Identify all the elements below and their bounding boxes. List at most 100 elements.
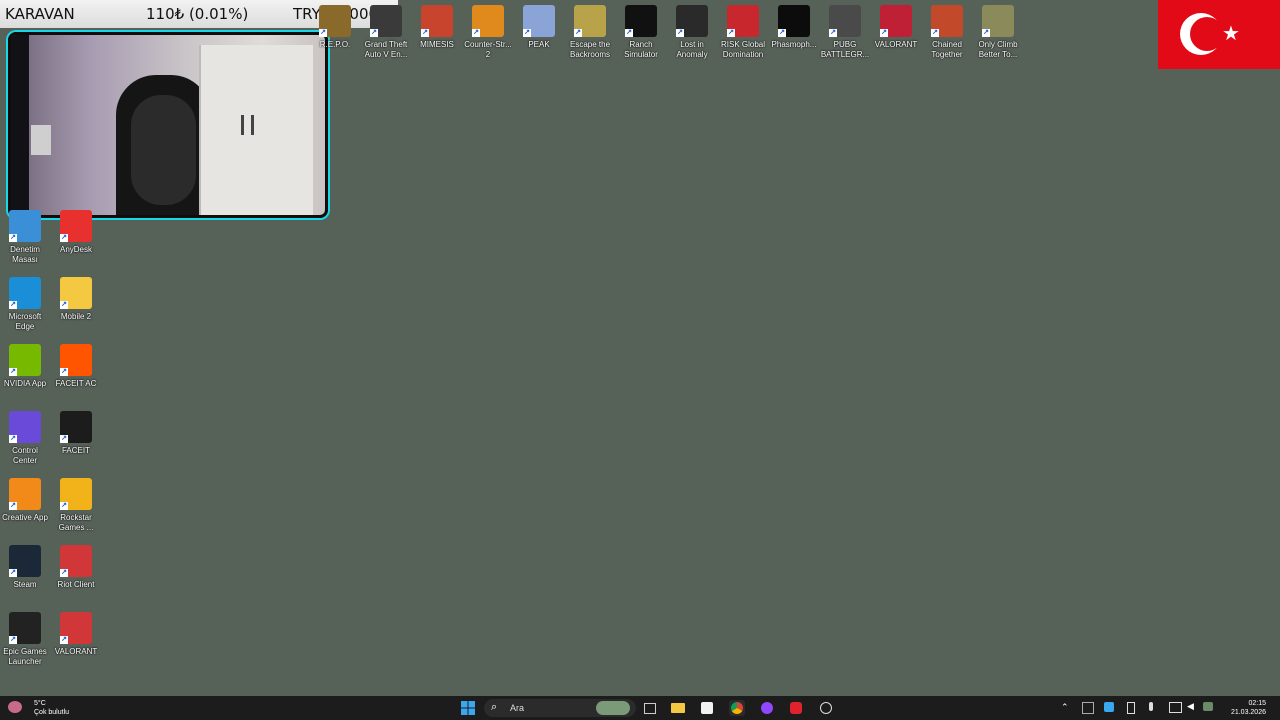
file-explorer-icon[interactable]	[670, 700, 686, 716]
shortcut-arrow-icon: ↗	[60, 502, 68, 510]
desktop-shortcut[interactable]: ↗ Phasmoph...	[769, 5, 819, 50]
desktop-shortcut-label: Denetim Masası	[10, 245, 40, 264]
desktop-shortcut-label: VALORANT	[874, 40, 918, 49]
desktop-shortcut[interactable]: ↗ Rockstar Games ...	[51, 478, 101, 533]
volume-icon[interactable]: ◀	[1187, 701, 1194, 712]
taskbar: 5°C Çok bulutlu ⌕ Ara ⌃ ◀ 02:15 21.03.20…	[0, 696, 1280, 720]
onlyclimb-icon: ↗	[982, 5, 1014, 37]
desktop-shortcut-label: Lost in Anomaly	[676, 40, 708, 59]
taskbar-search[interactable]: ⌕ Ara	[484, 699, 636, 717]
twitch-icon[interactable]	[759, 700, 775, 716]
desktop-shortcut[interactable]: ↗ Riot Client	[51, 545, 101, 590]
faceit-icon: ↗	[60, 411, 92, 443]
desktop-shortcut-label: PEAK	[528, 40, 550, 49]
shortcut-arrow-icon: ↗	[60, 234, 68, 242]
desktop-shortcut-label: Counter-Str... 2	[464, 40, 512, 59]
streamer-name: KARAVAN	[5, 5, 75, 23]
shortcut-arrow-icon: ↗	[880, 29, 888, 37]
desktop-shortcut[interactable]: ↗ Control Center	[0, 411, 50, 466]
chained-icon: ↗	[931, 5, 963, 37]
desktop-shortcut-label: RISK Global Domination	[720, 40, 766, 59]
desktop-shortcut-label: Epic Games Launcher	[3, 647, 47, 666]
desktop-shortcut[interactable]: ↗ Microsoft Edge	[0, 277, 50, 332]
desktop-shortcut[interactable]: ↗ AnyDesk	[51, 210, 101, 255]
desktop-shortcut-label: Grand Theft Auto V En...	[364, 40, 408, 59]
peak-icon: ↗	[523, 5, 555, 37]
tray-icon-1[interactable]	[1082, 702, 1094, 714]
gta-icon: ↗	[370, 5, 402, 37]
desktop-shortcut[interactable]: ↗ RISK Global Domination	[718, 5, 768, 60]
desktop-shortcut[interactable]: ↗ Only Climb Better To...	[973, 5, 1023, 60]
microphone-icon[interactable]	[1149, 702, 1153, 711]
chrome-icon[interactable]	[729, 700, 745, 716]
windows-start-icon[interactable]	[460, 700, 476, 716]
desktop-shortcut[interactable]: ↗ Mobile 2	[51, 277, 101, 322]
shortcut-arrow-icon: ↗	[9, 234, 17, 242]
desktop-shortcut-label: Rockstar Games ...	[58, 513, 94, 532]
shortcut-arrow-icon: ↗	[9, 502, 17, 510]
tray-icon-2[interactable]	[1104, 702, 1114, 712]
tray-icon-3[interactable]	[1203, 702, 1213, 711]
desktop-shortcut[interactable]: ↗ Denetim Masası	[0, 210, 50, 265]
clock[interactable]: 02:15 21.03.2026	[1222, 699, 1266, 717]
shortcut-arrow-icon: ↗	[9, 435, 17, 443]
desktop-shortcut-label: FACEIT AC	[55, 379, 97, 388]
obs-icon[interactable]	[818, 700, 834, 716]
shortcut-arrow-icon: ↗	[60, 301, 68, 309]
desktop-shortcut[interactable]: ↗ R.E.P.O.	[310, 5, 360, 50]
network-icon[interactable]	[1169, 702, 1182, 713]
opera-icon[interactable]	[788, 700, 804, 716]
shortcut-arrow-icon: ↗	[574, 29, 582, 37]
shortcut-arrow-icon: ↗	[370, 29, 378, 37]
valorant-icon: ↗	[880, 5, 912, 37]
desktop-shortcut[interactable]: ↗ Lost in Anomaly	[667, 5, 717, 60]
rockstar-icon: ↗	[60, 478, 92, 510]
shortcut-arrow-icon: ↗	[421, 29, 429, 37]
shortcut-arrow-icon: ↗	[472, 29, 480, 37]
desktop-shortcut[interactable]: ↗ VALORANT	[871, 5, 921, 50]
microsoft-store-icon[interactable]	[699, 700, 715, 716]
desktop-shortcut-label: R.E.P.O.	[319, 40, 351, 49]
desktop-shortcut[interactable]: ↗ Epic Games Launcher	[0, 612, 50, 667]
ranch-icon: ↗	[625, 5, 657, 37]
desktop-shortcut[interactable]: ↗ Ranch Simulator	[616, 5, 666, 60]
shortcut-arrow-icon: ↗	[60, 368, 68, 376]
desktop-shortcut[interactable]: ↗ Grand Theft Auto V En...	[361, 5, 411, 60]
desktop-shortcut-label: VALORANT	[54, 647, 98, 656]
desktop-shortcut[interactable]: ↗ Counter-Str... 2	[463, 5, 513, 60]
clock-time: 02:15	[1248, 700, 1266, 707]
shortcut-arrow-icon: ↗	[9, 301, 17, 309]
desktop-shortcut[interactable]: ↗ Escape the Backrooms	[565, 5, 615, 60]
desktop-shortcut[interactable]: ↗ Creative App	[0, 478, 50, 523]
desktop-shortcut-label: Control Center	[12, 446, 38, 465]
anydesk-icon: ↗	[60, 210, 92, 242]
desktop-shortcut-label: Phasmoph...	[771, 40, 817, 49]
edge-icon: ↗	[9, 277, 41, 309]
battery-icon[interactable]	[1127, 702, 1135, 714]
desktop-shortcut-label: NVIDIA App	[3, 379, 47, 388]
turkish-flag-icon: ★	[1158, 0, 1280, 69]
desktop-shortcut[interactable]: ↗ Steam	[0, 545, 50, 590]
valorant-riot-icon: ↗	[60, 612, 92, 644]
risk-icon: ↗	[727, 5, 759, 37]
shortcut-arrow-icon: ↗	[60, 435, 68, 443]
shortcut-arrow-icon: ↗	[523, 29, 531, 37]
desktop-shortcut[interactable]: ↗ PEAK	[514, 5, 564, 50]
desktop-shortcut[interactable]: ↗ MIMESIS	[412, 5, 462, 50]
shortcut-arrow-icon: ↗	[676, 29, 684, 37]
search-icon: ⌕	[491, 701, 498, 713]
shortcut-arrow-icon: ↗	[60, 636, 68, 644]
desktop-shortcut[interactable]: ↗ FACEIT	[51, 411, 101, 456]
desktop-shortcut[interactable]: ↗ NVIDIA App	[0, 344, 50, 389]
desktop-shortcut[interactable]: ↗ FACEIT AC	[51, 344, 101, 389]
control-panel-icon: ↗	[9, 210, 41, 242]
task-view-icon[interactable]	[641, 700, 657, 716]
tray-chevron-icon[interactable]: ⌃	[1061, 702, 1069, 713]
desktop-shortcut[interactable]: ↗ Chained Together	[922, 5, 972, 60]
desktop-shortcut[interactable]: ↗ VALORANT	[51, 612, 101, 657]
shortcut-arrow-icon: ↗	[829, 29, 837, 37]
backrooms-icon: ↗	[574, 5, 606, 37]
desktop-shortcut[interactable]: ↗ PUBG BATTLEGR...	[820, 5, 870, 60]
faceit-ac-icon: ↗	[60, 344, 92, 376]
desktop-shortcut-label: Microsoft Edge	[8, 312, 42, 331]
